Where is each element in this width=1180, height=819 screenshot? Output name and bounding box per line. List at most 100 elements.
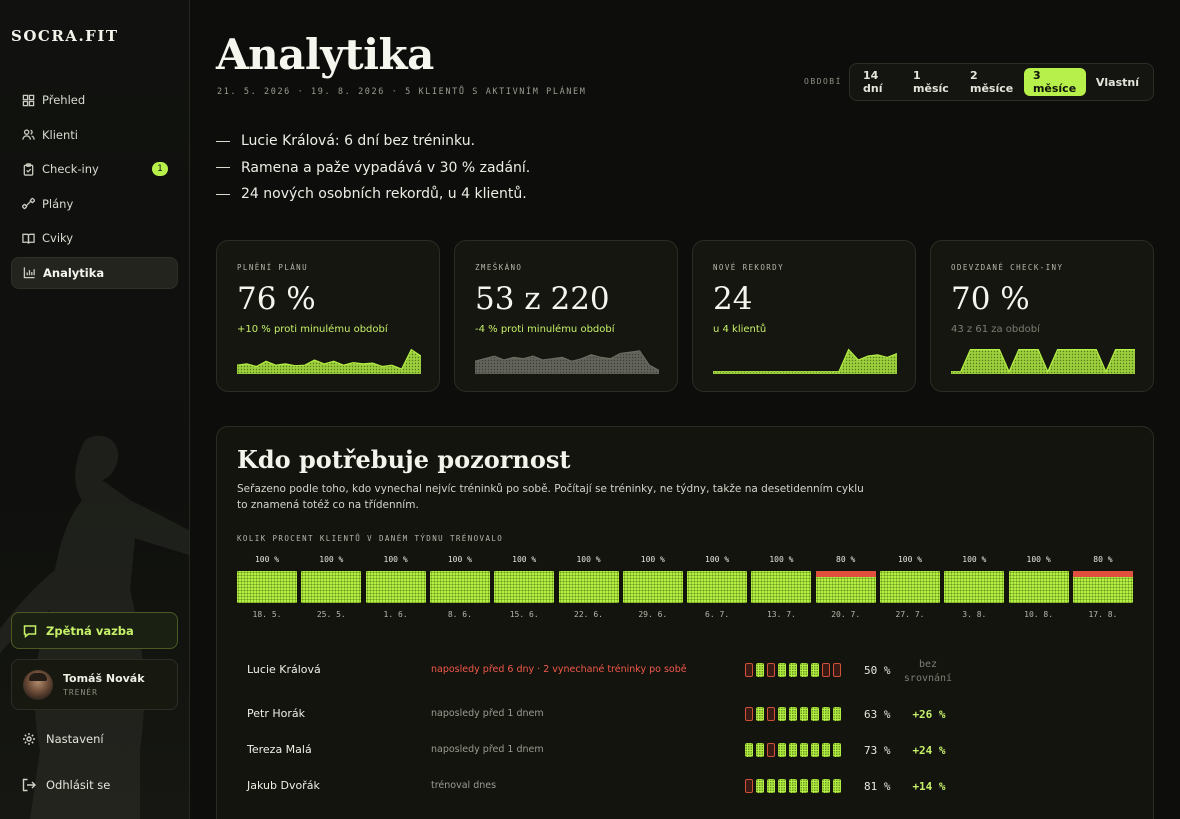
main-content: Analytika 21. 5. 2026 · 19. 8. 2026 · 5 …	[190, 0, 1180, 819]
client-row[interactable]: Petr Horák naposledy před 1 dnem 63 % +26 %	[247, 700, 1137, 728]
period-14-days-button[interactable]: 14 dní	[854, 68, 903, 96]
kpi-label: ZMEŠKÁNO	[475, 263, 523, 272]
period-custom-button[interactable]: Vlastní	[1087, 68, 1148, 96]
sidebar-item-label: Přehled	[42, 93, 86, 107]
week-bar[interactable]: 100 % 18. 5.	[237, 555, 297, 625]
week-bar[interactable]: 100 % 6. 7.	[687, 555, 748, 625]
sidebar-item-cviky[interactable]: Cviky	[11, 222, 178, 254]
client-comparison: +26 %	[912, 708, 946, 721]
week-bar[interactable]: 80 % 17. 8.	[1072, 555, 1133, 625]
sidebar-item-label: Check-iny	[42, 162, 99, 176]
training-missed-cell	[767, 663, 775, 677]
attention-description: Seřazeno podle toho, kdo vynechal nejvíc…	[237, 483, 864, 511]
sidebar-item-klienti[interactable]: Klienti	[11, 119, 178, 151]
week-bar[interactable]: 100 % 10. 8.	[1008, 555, 1069, 625]
training-missed-cell	[822, 663, 830, 677]
sidebar: SOCRA.FIT Přehled Klienti Check-iny 1 Pl…	[0, 0, 190, 819]
sidebar-item-check-iny[interactable]: Check-iny 1	[11, 153, 178, 185]
client-percent: 73 %	[864, 744, 891, 757]
sidebar-item-prehled[interactable]: Přehled	[11, 84, 178, 116]
week-bar[interactable]: 100 % 22. 6.	[558, 555, 619, 625]
period-3-months-button[interactable]: 3 měsíce	[1023, 68, 1086, 96]
sidebar-item-plany[interactable]: Plány	[11, 188, 178, 220]
client-comparison: bez srovnání	[903, 659, 953, 684]
client-row[interactable]: Jakub Dvořák trénoval dnes 81 % +14 %	[247, 772, 1137, 800]
week-bar[interactable]: 100 % 1. 6.	[365, 555, 426, 625]
week-date-label: 8. 6.	[447, 610, 472, 619]
training-done-cell	[789, 707, 797, 721]
sparkline-area	[475, 350, 659, 374]
week-value-label: 100 %	[897, 555, 923, 564]
settings-link[interactable]: Nastavení	[22, 729, 104, 749]
insight-item: Ramena a paže vypadává v 30 % zadání.	[216, 155, 530, 182]
kpi-card-missed[interactable]: ZMEŠKÁNO 53 z 220 -4 % proti minulému ob…	[454, 240, 678, 392]
logout-icon	[22, 778, 36, 792]
week-bar[interactable]: 80 % 20. 7.	[815, 555, 876, 625]
app-logo[interactable]: SOCRA.FIT	[11, 27, 119, 45]
week-bar[interactable]: 100 % 13. 7.	[751, 555, 812, 625]
logout-link[interactable]: Odhlásit se	[22, 775, 110, 795]
gear-icon	[23, 733, 35, 745]
client-name[interactable]: Petr Horák	[247, 707, 305, 720]
week-bar[interactable]: 100 % 3. 8.	[944, 555, 1005, 625]
week-missed-segment	[1072, 571, 1133, 577]
period-1-month-button[interactable]: 1 měsíc	[904, 68, 960, 96]
dash-icon	[216, 193, 230, 195]
training-done-cell	[789, 743, 797, 757]
insight-text: Ramena a paže vypadává v 30 % zadání.	[241, 159, 531, 176]
client-percent: 81 %	[864, 780, 891, 793]
kpi-card-new-records[interactable]: NOVÉ REKORDY 24 u 4 klientů	[692, 240, 916, 392]
training-missed-cell	[745, 663, 753, 677]
week-value-label: 100 %	[962, 555, 987, 564]
client-name[interactable]: Tereza Malá	[247, 743, 312, 756]
settings-label: Nastavení	[46, 732, 104, 746]
period-label: OBDOBÍ	[804, 77, 842, 86]
training-done-cell	[789, 663, 797, 677]
week-bar[interactable]: 100 % 29. 6.	[622, 555, 683, 625]
logout-label: Odhlásit se	[46, 778, 111, 792]
training-done-cell	[767, 779, 775, 793]
week-date-label: 18. 5.	[252, 610, 282, 619]
week-value-label: 100 %	[769, 555, 794, 564]
kpi-value: 53 z 220	[475, 281, 610, 317]
training-done-cell	[833, 743, 841, 757]
kpi-value: 24	[713, 281, 753, 317]
attention-title: Kdo potřebuje pozornost	[237, 445, 571, 474]
period-selector: 14 dní 1 měsíc 2 měsíce 3 měsíce Vlastní	[849, 63, 1154, 101]
client-row[interactable]: Lucie Králová naposledy před 6 dny · 2 vy…	[247, 656, 1137, 684]
feedback-button[interactable]: Zpětná vazba	[11, 612, 178, 649]
week-value-label: 100 %	[1026, 555, 1051, 564]
client-name[interactable]: Lucie Králová	[247, 663, 321, 676]
week-fill	[1008, 571, 1069, 603]
client-name[interactable]: Jakub Dvořák	[247, 779, 320, 792]
week-bar[interactable]: 100 % 8. 6.	[429, 555, 490, 625]
training-missed-cell	[745, 707, 753, 721]
book-icon	[22, 233, 35, 244]
week-fill	[1072, 571, 1133, 603]
week-date-label: 13. 7.	[766, 610, 796, 619]
week-bar[interactable]: 100 % 25. 5.	[301, 555, 362, 625]
insight-text: Lucie Králová: 6 dní bez tréninku.	[241, 133, 476, 150]
week-fill	[751, 571, 812, 603]
sparkline	[475, 350, 659, 374]
week-bar[interactable]: 100 % 27. 7.	[880, 555, 940, 625]
week-date-label: 10. 8.	[1024, 610, 1054, 619]
week-fill	[237, 571, 297, 603]
week-value-label: 80 %	[1093, 555, 1113, 564]
bar-chart-icon	[23, 267, 35, 279]
week-fill	[429, 571, 490, 603]
period-2-months-button[interactable]: 2 měsíce	[961, 68, 1023, 96]
training-done-cell	[800, 663, 808, 677]
page-subtitle: 21. 5. 2026 · 19. 8. 2026 · 5 KLIENTŮ S …	[217, 87, 587, 97]
kpi-card-plan-fulfillment[interactable]: PLNĚNÍ PLÁNU 76 % +10 % proti minulému o…	[216, 240, 440, 392]
training-done-cell	[800, 779, 808, 793]
sidebar-item-analytika[interactable]: Analytika	[11, 256, 178, 289]
sidebar-item-label: Cviky	[42, 231, 74, 245]
week-fill	[365, 571, 426, 603]
week-bar[interactable]: 100 % 15. 6.	[494, 555, 555, 625]
client-row[interactable]: Tereza Malá naposledy před 1 dnem 73 % +24 …	[247, 736, 1137, 764]
user-card[interactable]: Tomáš Novák TRENÉR	[11, 659, 178, 710]
training-missed-cell	[767, 707, 775, 721]
kpi-card-check-ins[interactable]: ODEVZDANÉ CHECK-INY 70 % 43 z 61 za obdo…	[930, 240, 1154, 392]
page-title: Analytika	[216, 30, 434, 79]
